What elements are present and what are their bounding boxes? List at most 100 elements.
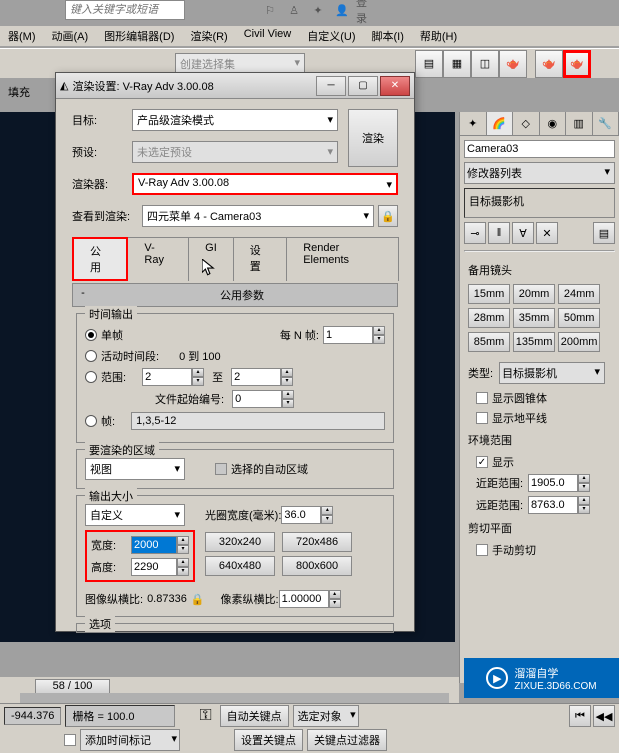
- hierarchy-tab-icon[interactable]: ◇: [513, 112, 540, 135]
- menu-help[interactable]: 帮助(H): [412, 26, 465, 46]
- target-dropdown[interactable]: 产品级渲染模式: [132, 109, 338, 131]
- lens-15mm[interactable]: 15mm: [468, 284, 510, 304]
- menu-civil[interactable]: Civil View: [236, 26, 299, 46]
- time-tag-checkbox[interactable]: [64, 734, 76, 746]
- modifier-stack[interactable]: 目标摄影机: [464, 188, 615, 218]
- create-tab-icon[interactable]: ✦: [460, 112, 487, 135]
- height-input[interactable]: [131, 558, 177, 576]
- show-end-icon[interactable]: ‖: [488, 222, 510, 244]
- tab-vray[interactable]: V-Ray: [127, 237, 189, 281]
- lens-35mm[interactable]: 35mm: [513, 308, 555, 328]
- render-frame-icon[interactable]: ◫: [471, 50, 499, 78]
- radio-single[interactable]: [85, 329, 97, 341]
- lens-200mm[interactable]: 200mm: [558, 332, 600, 352]
- file-start-input[interactable]: [232, 390, 282, 408]
- set-key-button[interactable]: 设置关键点: [234, 729, 303, 751]
- dialog-titlebar[interactable]: ◭ 渲染设置: V-Ray Adv 3.00.08 ─ ▢ ✕: [56, 73, 414, 99]
- aspect-lock-icon[interactable]: 🔒: [191, 593, 205, 606]
- every-n-input[interactable]: [323, 326, 373, 344]
- menu-render[interactable]: 渲染(R): [182, 26, 235, 46]
- range-from-input[interactable]: [142, 368, 192, 386]
- render-setup-icon[interactable]: ▦: [443, 50, 471, 78]
- prev-frame-icon[interactable]: ◀◀: [593, 705, 615, 727]
- camera-type-dropdown[interactable]: 目标摄影机: [499, 362, 605, 384]
- modify-tab-icon[interactable]: 🌈: [487, 112, 514, 135]
- aperture-input[interactable]: [281, 506, 321, 524]
- auto-region-checkbox[interactable]: [215, 463, 227, 475]
- radio-range[interactable]: [85, 371, 97, 383]
- lens-50mm[interactable]: 50mm: [558, 308, 600, 328]
- tab-render-elements[interactable]: Render Elements: [286, 237, 399, 281]
- common-params-header[interactable]: - 公用参数: [72, 283, 398, 307]
- renderer-dropdown[interactable]: V-Ray Adv 3.00.08: [132, 173, 398, 195]
- remove-icon[interactable]: ✕: [536, 222, 558, 244]
- user-icon[interactable]: ♙: [284, 0, 304, 20]
- star-icon[interactable]: ✦: [308, 0, 328, 20]
- key-target-dropdown[interactable]: 选定对象: [293, 705, 359, 727]
- menu-animation[interactable]: 动画(A): [44, 26, 97, 46]
- preset-dropdown[interactable]: 未选定预设: [132, 141, 338, 163]
- lock-icon[interactable]: 🔒: [378, 205, 398, 227]
- menu-modifier[interactable]: 器(M): [0, 26, 44, 46]
- time-ruler[interactable]: [20, 693, 449, 703]
- lens-28mm[interactable]: 28mm: [468, 308, 510, 328]
- lens-135mm[interactable]: 135mm: [513, 332, 555, 352]
- radio-active[interactable]: [85, 350, 97, 362]
- manual-clip-checkbox[interactable]: [476, 544, 488, 556]
- spin-down[interactable]: ▾: [373, 335, 385, 344]
- show-env-checkbox[interactable]: [476, 456, 488, 468]
- teapot-icon[interactable]: 🫖: [535, 50, 563, 78]
- make-unique-icon[interactable]: ∀: [512, 222, 534, 244]
- display-tab-icon[interactable]: ▥: [566, 112, 593, 135]
- spin-up[interactable]: ▴: [373, 326, 385, 335]
- tab-settings[interactable]: 设置: [233, 237, 287, 281]
- radio-frames[interactable]: [85, 415, 97, 427]
- near-input[interactable]: [528, 474, 578, 492]
- maximize-button[interactable]: ▢: [348, 76, 378, 96]
- material-editor-icon[interactable]: ▤: [415, 50, 443, 78]
- search-input[interactable]: [65, 0, 185, 20]
- show-cone-checkbox[interactable]: [476, 392, 488, 404]
- range-to-input[interactable]: [231, 368, 281, 386]
- tab-common[interactable]: 公用: [72, 237, 128, 281]
- menu-custom[interactable]: 自定义(U): [299, 26, 363, 46]
- utilities-tab-icon[interactable]: 🔧: [593, 112, 619, 135]
- render-button[interactable]: 渲染: [348, 109, 398, 167]
- view-dropdown[interactable]: 四元菜单 4 - Camera03: [142, 205, 374, 227]
- show-horizon-checkbox[interactable]: [476, 412, 488, 424]
- preset-320x240[interactable]: 320x240: [205, 532, 275, 552]
- login-label[interactable]: 登录: [356, 0, 376, 20]
- menu-graph[interactable]: 图形编辑器(D): [96, 26, 182, 46]
- far-input[interactable]: [528, 496, 578, 514]
- avatar-icon[interactable]: 👤: [332, 0, 352, 20]
- close-button[interactable]: ✕: [380, 76, 410, 96]
- frames-input[interactable]: [131, 412, 385, 430]
- area-group: 要渲染的区域 视图 选择的自动区域: [76, 449, 394, 489]
- preset-800x600[interactable]: 800x600: [282, 556, 352, 576]
- configure-icon[interactable]: ▤: [593, 222, 615, 244]
- preset-720x486[interactable]: 720x486: [282, 532, 352, 552]
- time-tag-dropdown[interactable]: 添加时间标记: [80, 729, 180, 751]
- preset-640x480[interactable]: 640x480: [205, 556, 275, 576]
- size-preset-dropdown[interactable]: 自定义: [85, 504, 185, 526]
- motion-tab-icon[interactable]: ◉: [540, 112, 567, 135]
- key-filter-button[interactable]: 关键点过滤器: [307, 729, 387, 751]
- pixel-aspect-input[interactable]: [279, 590, 329, 608]
- menu-script[interactable]: 脚本(I): [364, 26, 412, 46]
- auto-key-button[interactable]: 自动关键点: [220, 705, 289, 727]
- minimize-button[interactable]: ─: [316, 76, 346, 96]
- lens-24mm[interactable]: 24mm: [558, 284, 600, 304]
- width-input[interactable]: [131, 536, 177, 554]
- render-icon[interactable]: 🫖: [499, 50, 527, 78]
- timeline[interactable]: 58 / 100: [0, 677, 459, 703]
- object-name-input[interactable]: [464, 140, 615, 158]
- area-dropdown[interactable]: 视图: [85, 458, 185, 480]
- render-production-icon[interactable]: 🫖: [563, 50, 591, 78]
- key-icon[interactable]: ⚿: [199, 707, 211, 725]
- bookmark-icon[interactable]: ⚐: [260, 0, 280, 20]
- lens-20mm[interactable]: 20mm: [513, 284, 555, 304]
- lens-85mm[interactable]: 85mm: [468, 332, 510, 352]
- goto-start-icon[interactable]: ⏮: [569, 705, 591, 727]
- modifier-list-dropdown[interactable]: 修改器列表: [464, 162, 615, 184]
- pin-stack-icon[interactable]: ⊸: [464, 222, 486, 244]
